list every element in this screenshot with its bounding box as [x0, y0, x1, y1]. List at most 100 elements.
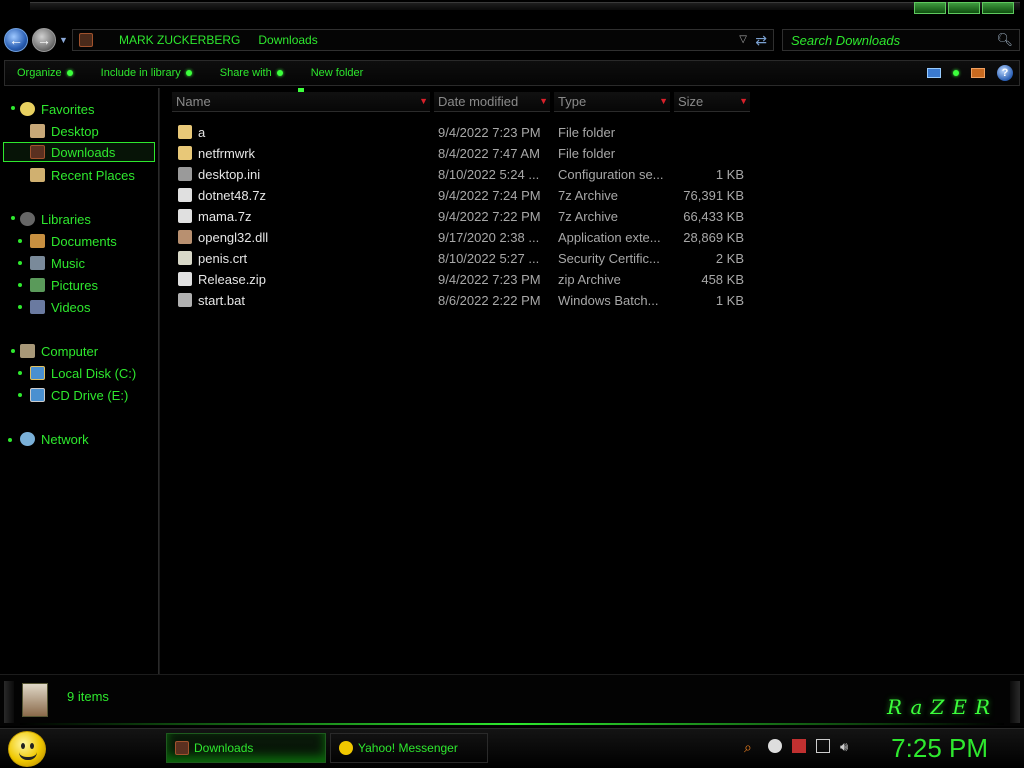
taskbar-button-label: Downloads	[194, 741, 254, 755]
taskbar-button-downloads[interactable]: Downloads	[166, 733, 326, 763]
preview-pane-icon[interactable]	[971, 68, 985, 78]
share-with-button[interactable]: Share with	[220, 67, 283, 79]
star-icon	[20, 102, 35, 116]
table-row[interactable]: penis.crt 8/10/2022 5:27 ... Security Cert…	[162, 248, 762, 269]
sidebar-item-pictures[interactable]: Pictures	[30, 275, 98, 295]
batch-icon	[178, 293, 192, 307]
organize-label: Organize	[17, 67, 62, 79]
file-type: 7z Archive	[558, 188, 618, 203]
sidebar-computer[interactable]: Computer	[20, 341, 98, 361]
column-dropdown-icon[interactable]: ▼	[539, 96, 548, 106]
search-icon[interactable]: ⌕	[744, 739, 758, 755]
smiley-icon	[21, 743, 25, 749]
maximize-button[interactable]	[948, 2, 980, 14]
sidebar-libraries[interactable]: Libraries	[20, 209, 91, 229]
start-button[interactable]	[8, 731, 46, 767]
column-header-size[interactable]: Size ▼	[674, 92, 750, 112]
breadcrumb-downloads[interactable]: Downloads	[258, 33, 317, 47]
column-dropdown-icon[interactable]: ▼	[659, 96, 668, 106]
table-row[interactable]: opengl32.dll 9/17/2020 2:38 ... Applicatio…	[162, 227, 762, 248]
view-options-dropdown-icon[interactable]	[953, 70, 959, 76]
razer-logo: RaZER	[887, 695, 998, 719]
window-controls	[914, 2, 1014, 14]
organize-button[interactable]: Organize	[17, 67, 73, 79]
expand-bullet-icon[interactable]	[18, 283, 22, 287]
action-center-flag-icon[interactable]	[792, 739, 806, 753]
sidebar-item-label: Videos	[51, 299, 91, 315]
column-dropdown-icon[interactable]: ▼	[739, 96, 748, 106]
new-folder-button[interactable]: New folder	[311, 67, 364, 79]
expand-bullet-icon[interactable]	[11, 106, 15, 110]
file-name: dotnet48.7z	[198, 188, 266, 203]
column-header-name[interactable]: Name ▼	[172, 92, 430, 112]
sidebar-item-label: Music	[51, 255, 85, 271]
refresh-icon[interactable]: ⇄	[755, 32, 767, 49]
include-in-library-button[interactable]: Include in library	[101, 67, 192, 79]
table-row[interactable]: start.bat 8/6/2022 2:22 PM Windows Batch..…	[162, 290, 762, 311]
change-view-icon[interactable]	[927, 68, 941, 78]
back-button[interactable]: ←	[4, 28, 28, 52]
column-header-type[interactable]: Type ▼	[554, 92, 670, 112]
close-button[interactable]	[982, 2, 1014, 14]
sidebar-item-local-disk[interactable]: Local Disk (C:)	[30, 363, 136, 383]
forward-button[interactable]: →	[32, 28, 56, 52]
search-input[interactable]	[791, 32, 991, 48]
computer-icon	[20, 344, 35, 358]
table-row[interactable]: dotnet48.7z 9/4/2022 7:24 PM 7z Archive 76,…	[162, 185, 762, 206]
settings-file-icon	[178, 167, 192, 181]
sidebar-item-recent-places[interactable]: Recent Places	[30, 165, 135, 185]
network-tray-icon[interactable]	[816, 739, 830, 753]
dropdown-icon	[185, 70, 192, 76]
sidebar-item-documents[interactable]: Documents	[30, 231, 117, 251]
breadcrumb-user[interactable]: MARK ZUCKERBERG	[119, 33, 240, 47]
pane-splitter[interactable]	[158, 88, 160, 674]
expand-bullet-icon[interactable]	[18, 371, 22, 375]
file-date-modified: 8/10/2022 5:24 ...	[438, 167, 540, 182]
file-type: Security Certific...	[558, 251, 660, 266]
sidebar-item-downloads[interactable]: Downloads	[3, 142, 155, 162]
file-date-modified: 8/4/2022 7:47 AM	[438, 146, 540, 161]
sidebar-item-music[interactable]: Music	[30, 253, 85, 273]
file-size: 28,869 KB	[683, 230, 744, 245]
sidebar-network[interactable]: Network	[20, 429, 89, 449]
navigation-pane: Favorites Desktop Downloads Recent Place…	[0, 88, 158, 674]
expand-bullet-icon[interactable]	[18, 261, 22, 265]
file-type: Windows Batch...	[558, 293, 659, 308]
smiley-icon	[30, 743, 34, 749]
volume-icon[interactable]: 🔊︎	[840, 739, 854, 754]
file-name: opengl32.dll	[198, 230, 269, 245]
expand-bullet-icon[interactable]	[11, 216, 15, 220]
table-row[interactable]: Release.zip 9/4/2022 7:23 PM zip Archive 45…	[162, 269, 762, 290]
recent-pages-dropdown[interactable]: ▼	[59, 35, 68, 45]
expand-bullet-icon[interactable]	[11, 349, 15, 353]
sidebar-favorites[interactable]: Favorites	[20, 99, 94, 119]
expand-bullet-icon[interactable]	[18, 393, 22, 397]
help-icon[interactable]: ?	[997, 65, 1013, 81]
expand-bullet-icon[interactable]	[18, 305, 22, 309]
expand-bullet-icon[interactable]	[18, 239, 22, 243]
cd-drive-icon	[30, 388, 45, 402]
expand-bullet-icon[interactable]	[8, 438, 12, 442]
taskbar-button-yahoo-messenger[interactable]: Yahoo! Messenger	[330, 733, 488, 763]
sidebar-item-cd-drive[interactable]: CD Drive (E:)	[30, 385, 128, 405]
column-header-label: Name	[176, 94, 211, 109]
address-bar[interactable]: MARK ZUCKERBERG Downloads ▽ ⇄	[72, 29, 774, 51]
minimize-button[interactable]	[914, 2, 946, 14]
search-icon[interactable]: 🔍︎	[996, 32, 1013, 48]
table-row[interactable]: a 9/4/2022 7:23 PM File folder	[162, 122, 762, 143]
sidebar-item-desktop[interactable]: Desktop	[30, 121, 99, 141]
table-row[interactable]: mama.7z 9/4/2022 7:22 PM 7z Archive 66,433 …	[162, 206, 762, 227]
divider	[20, 723, 1004, 725]
sidebar-item-label: Downloads	[51, 144, 116, 160]
messenger-tray-icon[interactable]	[768, 739, 782, 753]
table-row[interactable]: desktop.ini 8/10/2022 5:24 ... Configurati…	[162, 164, 762, 185]
clock[interactable]: 7:25 PM	[891, 733, 988, 764]
column-header-date-modified[interactable]: Date modified ▼	[434, 92, 550, 112]
column-dropdown-icon[interactable]: ▼	[419, 96, 428, 106]
file-size: 1 KB	[715, 167, 744, 182]
table-row[interactable]: netfrmwrk 8/4/2022 7:47 AM File folder	[162, 143, 762, 164]
folder-icon	[178, 125, 192, 139]
file-type: Application exte...	[558, 230, 661, 245]
sidebar-item-videos[interactable]: Videos	[30, 297, 91, 317]
chevron-down-icon[interactable]: ▽	[739, 34, 747, 45]
